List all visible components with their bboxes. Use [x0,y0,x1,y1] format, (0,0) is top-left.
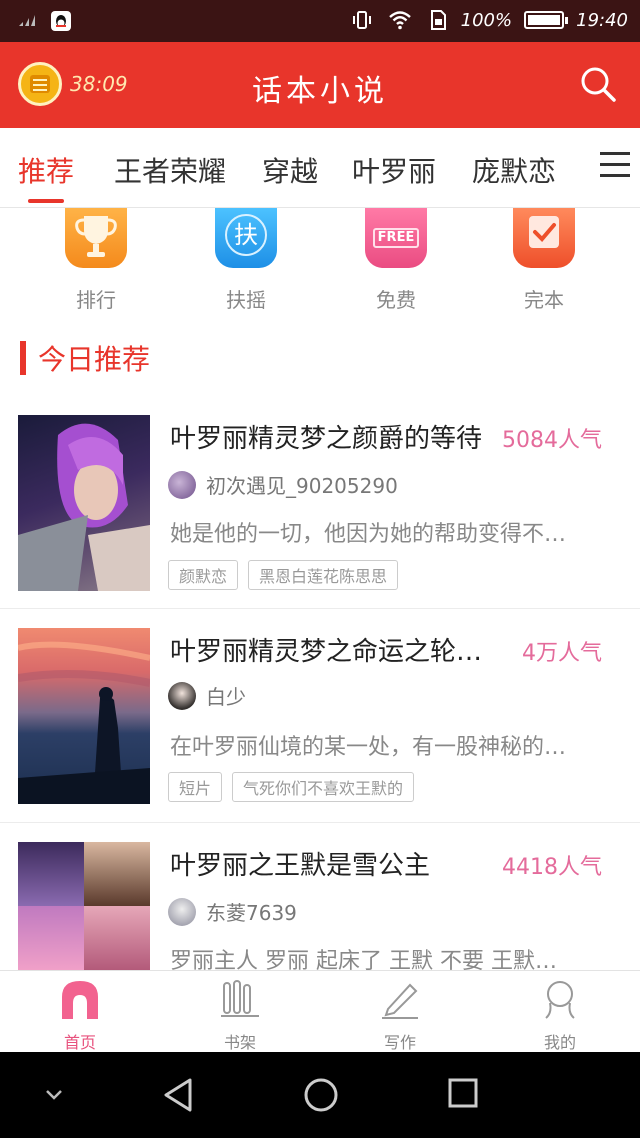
free-sign-text: FREE [373,228,419,248]
active-tab-indicator [28,199,64,203]
search-icon[interactable] [578,64,618,104]
trophy-icon [65,208,127,268]
home-icon [62,981,98,1019]
fuyao-glyph: 扶 [225,214,267,256]
signal-icon [19,15,35,26]
nav-home[interactable]: 首页 [20,979,140,1053]
book-author[interactable]: 白少 [168,681,246,710]
nav-label: 首页 [63,1033,96,1052]
book-description: 她是他的一切，他因为她的帮助变得不… [170,522,567,547]
book-item[interactable]: 叶罗丽之王默是雪公主 4418人气 东菱7639 罗丽主人 罗丽 起床了 王默 … [0,823,640,974]
back-icon[interactable] [160,1076,196,1114]
entry-ranking[interactable]: 排行 [36,208,156,313]
section-title: 今日推荐 [38,343,151,376]
book-tag[interactable]: 短片 [168,772,223,802]
book-popularity: 4418人气 [502,855,602,880]
clock-time: 19:40 [576,9,628,31]
entry-completed[interactable]: 完本 [484,208,604,313]
book-popularity: 5084人气 [502,428,602,453]
entry-fuyao[interactable]: 扶 扶摇 [186,208,306,313]
wifi-icon [388,11,411,30]
book-title[interactable]: 叶罗丽精灵梦之命运之轮… [170,631,490,668]
recent-apps-icon[interactable] [446,1076,480,1110]
book-description: 在叶罗丽仙境的某一处，有一股神秘的… [170,735,567,760]
fuyao-icon: 扶 [215,208,277,268]
system-nav-bar [0,1052,640,1138]
vibrate-icon [352,11,371,29]
entry-free[interactable]: FREE 免费 [336,208,456,313]
status-bar: 100% 19:40 [0,0,640,42]
book-author[interactable]: 东菱7639 [168,897,297,926]
profile-icon [545,981,575,1019]
author-name: 白少 [206,685,246,709]
book-cover [18,628,150,804]
bookshelf-icon [221,980,259,1017]
sim-card-icon [430,10,446,30]
section-accent-bar [20,341,26,375]
menu-icon[interactable] [600,152,630,180]
tab-yeluoli[interactable]: 叶罗丽 [352,150,436,190]
avatar [168,470,196,499]
entry-label: 扶摇 [226,288,266,312]
book-tag[interactable]: 颜默恋 [168,560,239,590]
book-tag[interactable]: 黑恩白莲花陈思思 [248,560,399,590]
qq-icon [51,11,71,31]
book-tags: 短片 气死你们不喜欢王默的 [168,772,415,802]
avatar [168,897,196,926]
tab-recommend[interactable]: 推荐 [18,150,74,190]
free-sign-icon: FREE [365,208,427,268]
app-header: 38:09 话本小说 [0,42,640,128]
nav-label: 书架 [223,1033,256,1052]
bottom-nav: 首页 书架 写作 我的 [0,970,640,1052]
author-name: 初次遇见_90205290 [206,474,398,498]
book-cover [18,842,150,970]
author-name: 东菱7639 [206,901,297,925]
section-heading: 今日推荐 [20,340,150,376]
book-popularity: 4万人气 [522,641,602,666]
tab-honor-of-kings[interactable]: 王者荣耀 [114,150,226,190]
nav-me[interactable]: 我的 [500,979,620,1053]
chevron-down-icon[interactable] [42,1086,66,1104]
book-author[interactable]: 初次遇见_90205290 [168,470,398,499]
book-title[interactable]: 叶罗丽精灵梦之颜爵的等待 [170,418,490,455]
battery-icon [524,11,569,29]
avatar [168,681,196,710]
app-title: 话本小说 [252,74,388,109]
nav-label: 我的 [543,1033,576,1052]
home-button-icon[interactable] [302,1076,340,1114]
quick-entry-row: 排行 扶 扶摇 FREE 免费 完本 [0,208,640,318]
nav-write[interactable]: 写作 [340,979,460,1053]
tab-pangmo-romance[interactable]: 庞默恋 [472,150,556,190]
book-tags: 颜默恋 黑恩白莲花陈思思 [168,560,399,590]
entry-label: 免费 [376,288,416,312]
book-title[interactable]: 叶罗丽之王默是雪公主 [170,845,490,882]
battery-percent: 100% [460,9,513,31]
book-cover [18,415,150,591]
entry-label: 完本 [524,288,564,312]
book-tag[interactable]: 气死你们不喜欢王默的 [232,772,415,802]
nav-label: 写作 [383,1033,416,1052]
pencil-icon [382,983,418,1019]
book-item[interactable]: 叶罗丽精灵梦之颜爵的等待 5084人气 初次遇见_90205290 她是他的一切… [0,394,640,609]
entry-label: 排行 [76,288,116,312]
category-tabs: 推荐 王者荣耀 穿越 叶罗丽 庞默恋 [0,128,640,208]
checkbox-icon [513,208,575,268]
nav-bookshelf[interactable]: 书架 [180,979,300,1053]
tab-time-travel[interactable]: 穿越 [262,150,318,190]
book-item[interactable]: 叶罗丽精灵梦之命运之轮… 4万人气 白少 在叶罗丽仙境的某一处，有一股神秘的… … [0,609,640,823]
